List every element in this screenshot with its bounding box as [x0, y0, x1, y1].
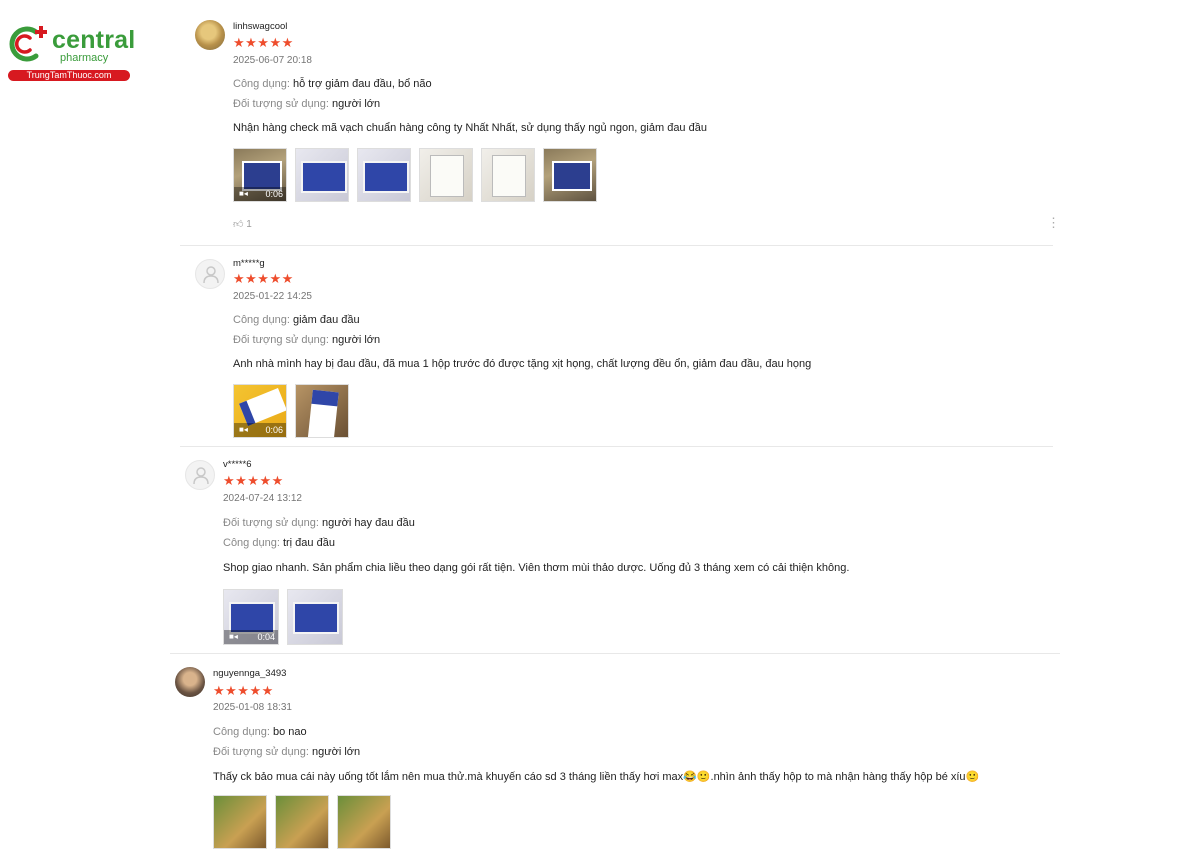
avatar[interactable]: [175, 667, 205, 697]
review-video-thumbnail[interactable]: ■◂ 0:06: [233, 148, 287, 202]
product-sachet-image: [239, 388, 286, 426]
review-photo-thumbnail[interactable]: [287, 589, 343, 645]
like-count: 1: [246, 219, 252, 230]
video-camera-icon: ■◂: [239, 189, 248, 198]
logo-site-banner: TrungTamThuoc.com: [8, 70, 130, 81]
video-duration: 0:04: [257, 632, 275, 642]
review-attribute: Công dụng: hỗ trợ giảm đau đầu, bổ não: [233, 78, 432, 90]
video-duration: 0:06: [265, 425, 283, 435]
default-user-icon: [203, 266, 219, 284]
review-photo-thumbnail[interactable]: [275, 795, 329, 849]
attribute-key: Công dụng:: [233, 314, 290, 326]
attribute-key: Công dụng:: [213, 726, 270, 738]
video-overlay: ■◂ 0:06: [234, 423, 286, 437]
product-box-image: [552, 161, 592, 191]
review-attribute: Đối tượng sử dụng: người lớn: [213, 746, 360, 758]
default-user-icon: [193, 467, 209, 485]
reviewer-name[interactable]: v*****6: [223, 459, 252, 470]
attribute-value: giảm đau đầu: [292, 314, 360, 326]
attribute-key: Đối tượng sử dụng:: [213, 746, 309, 758]
review-photo-thumbnail[interactable]: [357, 148, 411, 202]
video-overlay: ■◂ 0:06: [234, 187, 286, 201]
review-divider: [180, 245, 1053, 246]
attribute-key: Đối tượng sử dụng:: [233, 98, 329, 110]
logo-subtitle: pharmacy: [60, 52, 109, 64]
review-attribute: Đối tượng sử dụng: người hay đau đầu: [223, 517, 415, 529]
review-date: 2024-07-24 13:12: [223, 493, 302, 504]
review-photo-thumbnail[interactable]: [213, 795, 267, 849]
attribute-value: bo nao: [272, 726, 307, 738]
review-photo-thumbnail[interactable]: [295, 384, 349, 438]
video-duration: 0:06: [265, 189, 283, 199]
review-photo-thumbnail[interactable]: [419, 148, 473, 202]
review-comment: Nhận hàng check mã vạch chuẩn hàng công …: [233, 122, 707, 134]
avatar[interactable]: [195, 20, 225, 50]
review-divider: [180, 446, 1053, 447]
review-date: 2025-06-07 20:18: [233, 55, 312, 66]
rating-stars: ★★★★★: [233, 271, 294, 286]
reviewer-name[interactable]: linhswagcool: [233, 21, 287, 32]
rating-stars: ★★★★★: [213, 683, 274, 698]
review-attribute: Công dụng: bo nao: [213, 726, 307, 738]
attribute-value: người lớn: [332, 334, 381, 346]
attribute-value: người hay đau đầu: [322, 517, 415, 529]
review-divider: [170, 653, 1060, 654]
review-attribute: Đối tượng sử dụng: người lớn: [233, 98, 380, 110]
review-video-thumbnail[interactable]: ■◂ 0:04: [223, 589, 279, 645]
video-camera-icon: ■◂: [229, 632, 238, 641]
review-attribute: Công dụng: trị đau đầu: [223, 537, 335, 549]
review-date: 2025-01-22 14:25: [233, 291, 312, 302]
review-photo-thumbnail[interactable]: [543, 148, 597, 202]
logo-wordmark: central: [52, 26, 136, 54]
reviewer-name[interactable]: m*****g: [233, 258, 265, 269]
product-box-image: [293, 602, 339, 634]
product-leaflet-image: [492, 155, 526, 197]
logo-mark-icon: [9, 26, 47, 62]
attribute-key: Công dụng:: [233, 78, 290, 90]
thumbs-up-icon: 👍︎: [233, 219, 244, 230]
video-overlay: ■◂ 0:04: [224, 630, 278, 644]
product-box-image: [363, 161, 409, 193]
review-comment: Shop giao nhanh. Sản phẩm chia liều theo…: [223, 562, 850, 574]
review-date: 2025-01-08 18:31: [213, 702, 292, 713]
video-camera-icon: ■◂: [239, 425, 248, 434]
attribute-key: Công dụng:: [223, 537, 280, 549]
more-vertical-icon[interactable]: ⋮: [1047, 216, 1060, 229]
attribute-value: người lớn: [312, 746, 361, 758]
reviewer-name[interactable]: nguyennga_3493: [213, 668, 286, 679]
rating-stars: ★★★★★: [233, 35, 294, 50]
review-attribute: Công dụng: giảm đau đầu: [233, 314, 360, 326]
like-button[interactable]: 👍︎ 1: [233, 218, 252, 230]
attribute-value: người lớn: [332, 98, 381, 110]
product-box-image: [301, 161, 347, 193]
review-photo-thumbnail[interactable]: [337, 795, 391, 849]
central-pharmacy-logo[interactable]: central pharmacy TrungTamThuoc.com: [6, 22, 135, 82]
avatar[interactable]: [195, 259, 225, 289]
rating-stars: ★★★★★: [223, 473, 284, 488]
review-comment: Anh nhà mình hay bị đau đầu, đã mua 1 hộ…: [233, 358, 812, 370]
review-video-thumbnail[interactable]: ■◂ 0:06: [233, 384, 287, 438]
review-photo-thumbnail[interactable]: [481, 148, 535, 202]
product-sachet-image: [307, 389, 339, 437]
attribute-key: Đối tượng sử dụng:: [223, 517, 319, 529]
review-attribute: Đối tượng sử dụng: người lớn: [233, 334, 380, 346]
attribute-value: trị đau đầu: [282, 537, 335, 549]
avatar[interactable]: [185, 460, 215, 490]
attribute-value: hỗ trợ giảm đau đầu, bổ não: [292, 78, 432, 90]
review-photo-thumbnail[interactable]: [295, 148, 349, 202]
attribute-key: Đối tượng sử dụng:: [233, 334, 329, 346]
product-leaflet-image: [430, 155, 464, 197]
review-comment: Thấy ck bảo mua cái này uống tốt lắm nên…: [213, 771, 980, 783]
